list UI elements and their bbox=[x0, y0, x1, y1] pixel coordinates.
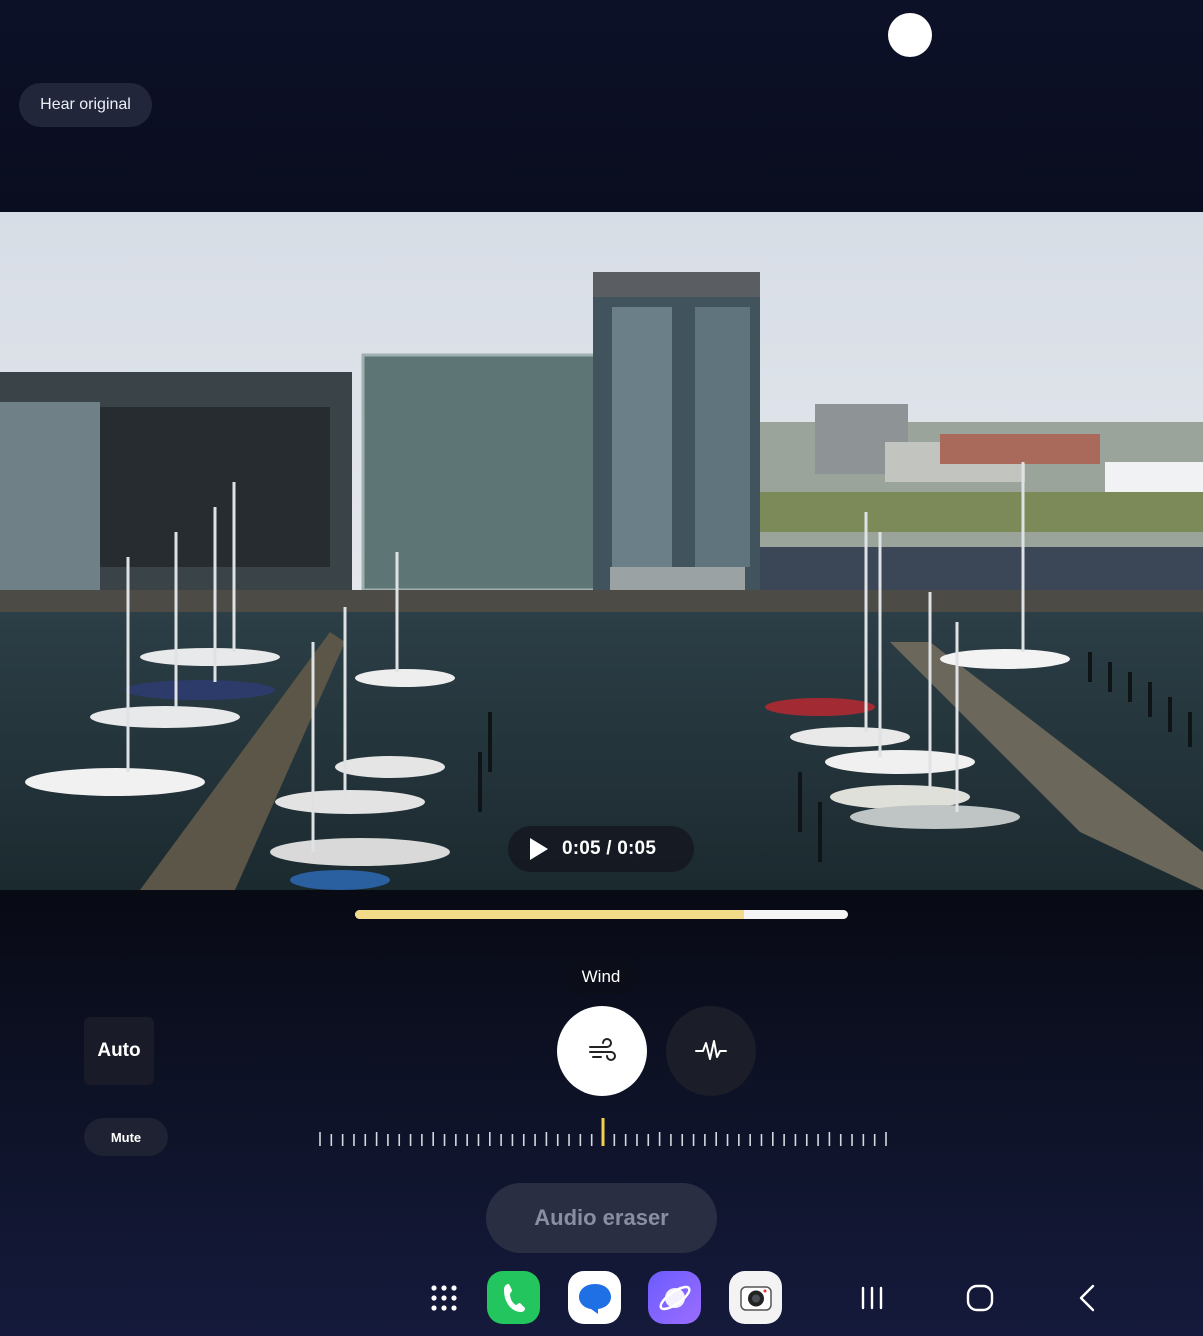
messages-icon[interactable] bbox=[568, 1271, 621, 1324]
sound-type-tooltip: Wind bbox=[565, 960, 637, 994]
harbor-scene-image bbox=[0, 212, 1203, 890]
top-area bbox=[0, 0, 1203, 212]
apps-grid-icon[interactable] bbox=[417, 1271, 470, 1324]
hear-original-button[interactable]: Hear original bbox=[19, 83, 152, 127]
editor-panel bbox=[0, 890, 1203, 1336]
playback-time: 0:05 / 0:05 bbox=[562, 838, 657, 859]
audio-eraser-button[interactable]: Audio eraser bbox=[486, 1183, 717, 1253]
phone-icon[interactable] bbox=[487, 1271, 540, 1324]
progress-bar[interactable] bbox=[355, 910, 848, 919]
recent-apps-icon[interactable] bbox=[850, 1276, 894, 1320]
voice-button[interactable] bbox=[666, 1006, 756, 1096]
auto-button[interactable]: Auto bbox=[84, 1017, 154, 1085]
progress-bar-fill bbox=[355, 910, 745, 919]
level-slider[interactable] bbox=[318, 1118, 888, 1148]
wind-icon bbox=[589, 1038, 616, 1061]
wind-button[interactable] bbox=[557, 1006, 647, 1096]
video-frame[interactable] bbox=[0, 212, 1203, 890]
back-icon[interactable] bbox=[1066, 1276, 1110, 1320]
voice-waveform-icon bbox=[695, 1040, 727, 1060]
internet-icon[interactable] bbox=[648, 1271, 701, 1324]
home-icon[interactable] bbox=[958, 1276, 1002, 1320]
camera-icon[interactable] bbox=[729, 1271, 782, 1324]
play-icon[interactable] bbox=[530, 838, 548, 860]
top-indicator-dot[interactable] bbox=[888, 13, 932, 57]
mute-button[interactable]: Mute bbox=[84, 1118, 168, 1156]
play-time-pill[interactable]: 0:05 / 0:05 bbox=[508, 826, 694, 872]
